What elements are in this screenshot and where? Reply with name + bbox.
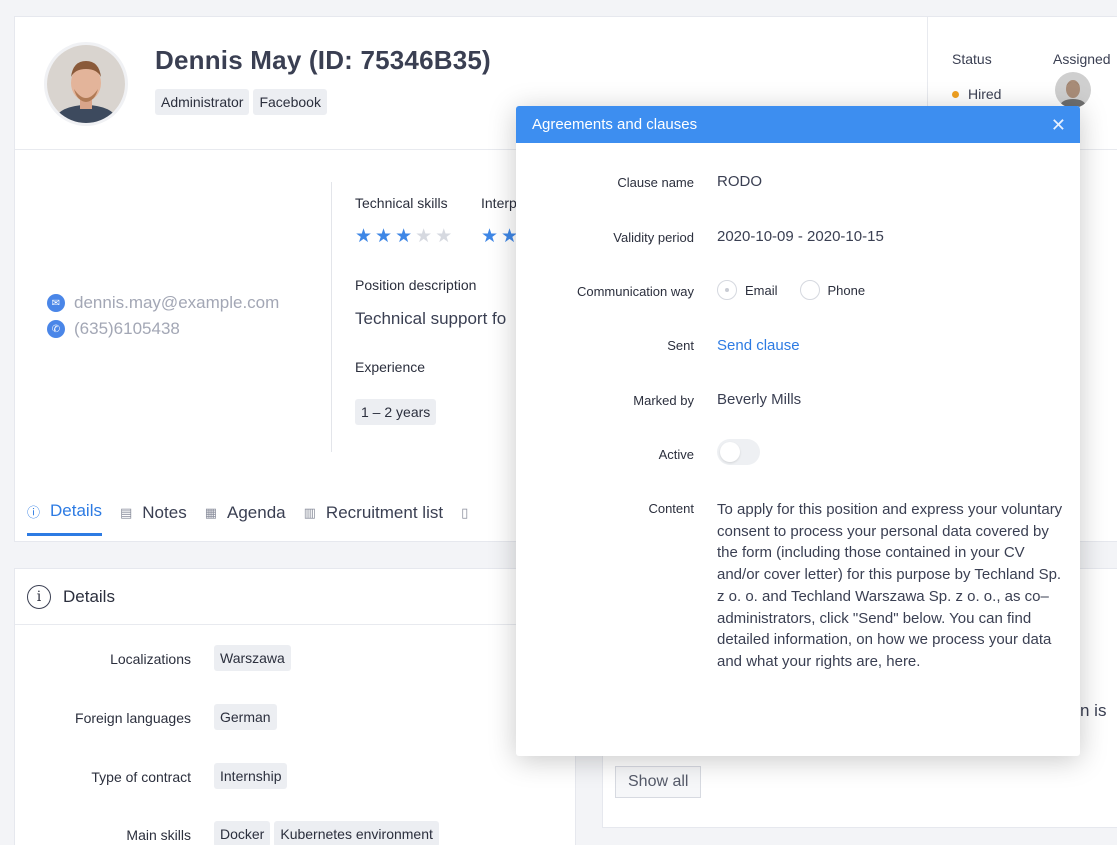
status-dot-icon [952, 90, 959, 98]
document-icon: ▤ [119, 504, 133, 520]
star-icon: ★ [395, 226, 413, 247]
technical-skills-label: Technical skills [355, 195, 448, 211]
column-divider [331, 182, 332, 452]
active-toggle-wrap [717, 439, 760, 465]
file-icon: ▯ [461, 504, 469, 520]
radio-phone-label: Phone [827, 282, 866, 298]
tab-agenda-label: Agenda [227, 502, 286, 522]
foreign-languages-values: German [214, 704, 277, 730]
technical-skills-rating: ★ ★ ★ ★ ★ [355, 227, 452, 246]
close-icon[interactable]: ✕ [1051, 115, 1066, 136]
communication-way-options: Email Phone [717, 280, 865, 300]
send-clause-link[interactable]: Send clause [717, 337, 800, 354]
status-value: Hired [968, 86, 1002, 102]
status-badge[interactable]: Hired [952, 86, 1001, 102]
candidate-tags: Administrator Facebook [155, 89, 327, 115]
email-icon: ✉ [47, 294, 65, 312]
skill-tag: Kubernetes environment [274, 821, 439, 845]
radio-email[interactable] [717, 280, 737, 300]
star-empty-icon: ★ [435, 226, 453, 247]
localizations-values: Warszawa [214, 645, 291, 671]
interpersonal-skills-rating: ★ ★ [481, 227, 518, 246]
content-text: To apply for this position and express y… [717, 501, 1063, 670]
skill-tag: Docker [214, 821, 271, 845]
validity-period-value: 2020-10-09 - 2020-10-15 [717, 228, 884, 245]
localizations-label: Localizations [110, 651, 191, 667]
contract-tag: Internship [214, 763, 288, 789]
show-all-button[interactable]: Show all [615, 766, 702, 798]
marked-by-label: Marked by [633, 393, 694, 408]
modal-title: Agreements and clauses [532, 116, 698, 133]
tab-more[interactable]: ▯ [461, 495, 468, 536]
clipboard-icon: ▥ [303, 504, 316, 520]
details-card: i Details Localizations Warszawa Foreign… [14, 568, 576, 845]
modal-header: Agreements and clauses ✕ [516, 106, 1080, 143]
active-toggle[interactable] [717, 439, 760, 465]
details-title: Details [63, 587, 115, 606]
marked-by-value: Beverly Mills [717, 391, 802, 408]
agreements-modal: Agreements and clauses ✕ Clause name ROD… [516, 106, 1080, 756]
content-label: Content [648, 501, 694, 516]
contract-type-label: Type of contract [91, 769, 191, 785]
communication-way-label: Communication way [576, 284, 694, 299]
experience-value: 1 – 2 years [355, 399, 437, 425]
active-label: Active [658, 447, 694, 462]
sent-label: Sent [667, 338, 694, 353]
foreign-languages-label: Foreign languages [75, 710, 191, 726]
candidate-name: Dennis May (ID: 75346B35) [155, 45, 491, 75]
status-label: Status [952, 51, 992, 67]
clause-name-value: RODO [717, 173, 762, 190]
tab-recruitment-list-label: Recruitment list [325, 502, 444, 522]
phone-contact[interactable]: ✆ (635)6105438 [47, 319, 180, 339]
tab-notes-label: Notes [142, 502, 187, 522]
tag-administrator: Administrator [155, 89, 250, 115]
star-icon: ★ [355, 226, 373, 247]
details-separator [15, 624, 575, 625]
phone-text: (635)6105438 [74, 319, 180, 338]
tab-details[interactable]: ⓘ Details [27, 495, 102, 536]
tag-facebook: Facebook [253, 89, 327, 115]
localization-tag: Warszawa [214, 645, 291, 671]
details-header: i Details [27, 585, 115, 609]
info-icon: ⓘ [27, 504, 41, 520]
interpersonal-skills-label: Interp [481, 195, 517, 211]
validity-period-label: Validity period [613, 230, 694, 245]
info-circle-icon: i [27, 585, 51, 609]
tab-notes[interactable]: ▤ Notes [120, 495, 187, 536]
candidate-avatar [47, 45, 125, 123]
clause-name-label: Clause name [617, 175, 694, 190]
assigned-user-avatar[interactable] [1055, 72, 1091, 108]
radio-phone[interactable] [799, 280, 820, 300]
language-tag: German [214, 704, 277, 730]
partial-text: n is [1080, 701, 1107, 720]
main-skills-label: Main skills [126, 827, 191, 843]
position-description: Technical support fo [355, 309, 507, 328]
profile-tabs: ⓘ Details ▤ Notes ▦ Agenda ▥ Recruitment… [27, 495, 486, 536]
whatsapp-icon: ✆ [47, 320, 65, 338]
calendar-icon: ▦ [204, 504, 217, 520]
tab-agenda[interactable]: ▦ Agenda [205, 495, 286, 536]
tab-recruitment-list[interactable]: ▥ Recruitment list [304, 495, 443, 536]
experience-value-wrap: 1 – 2 years [355, 399, 437, 425]
star-icon: ★ [375, 226, 393, 247]
email-contact[interactable]: ✉ dennis.may@example.com [47, 293, 279, 313]
contract-type-values: Internship [214, 763, 288, 789]
star-icon: ★ [481, 226, 499, 247]
email-text: dennis.may@example.com [74, 293, 280, 312]
assigned-label: Assigned [1053, 51, 1111, 67]
experience-label: Experience [355, 359, 426, 375]
tab-details-label: Details [50, 501, 102, 520]
star-empty-icon: ★ [415, 226, 433, 247]
main-skills-values: Docker Kubernetes environment [214, 821, 439, 845]
radio-email-label: Email [745, 282, 778, 298]
position-description-label: Position description [355, 277, 477, 293]
